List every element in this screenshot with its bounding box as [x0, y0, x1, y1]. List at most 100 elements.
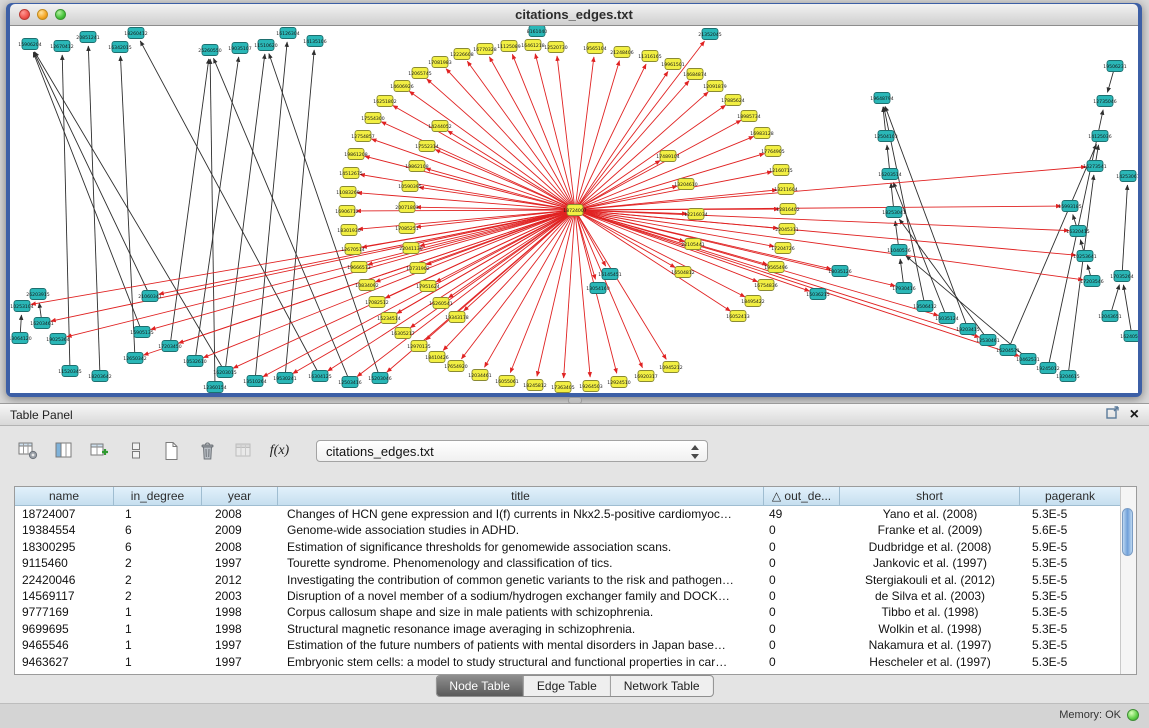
citation-edge[interactable] [575, 64, 646, 210]
vertical-scrollbar[interactable] [1120, 487, 1136, 674]
graph-node[interactable]: 22045311 [775, 224, 798, 235]
graph-node[interactable]: 16305217 [391, 328, 414, 339]
graph-node[interactable]: 18245812 [523, 380, 546, 391]
graph-node[interactable]: 11125089 [497, 41, 520, 52]
graph-node[interactable]: 16320415 [1066, 226, 1089, 237]
citation-edge[interactable] [575, 167, 1086, 210]
graph-node[interactable]: 16052413 [726, 311, 749, 322]
graph-node[interactable]: 12520730 [544, 42, 567, 53]
graph-node[interactable]: 18253041 [882, 207, 905, 218]
graph-node[interactable]: 19264503 [579, 381, 602, 392]
citation-edge[interactable] [575, 154, 764, 210]
citation-edge[interactable] [203, 210, 575, 358]
graph-node[interactable]: 12530461 [976, 335, 999, 346]
graph-node[interactable]: 17489104 [656, 151, 679, 162]
float-panel-icon[interactable] [1106, 406, 1120, 424]
graph-node[interactable]: 17654920 [444, 361, 467, 372]
citation-edge[interactable] [427, 79, 575, 210]
table-mode-icon[interactable] [14, 438, 41, 463]
citation-edge[interactable] [489, 57, 575, 210]
citation-edge[interactable] [67, 210, 575, 337]
graph-node[interactable]: 19245012 [1036, 363, 1059, 374]
graph-node[interactable]: 12226608 [450, 49, 473, 60]
citation-edge[interactable] [269, 54, 380, 378]
graph-node[interactable]: 18260412 [124, 28, 147, 39]
graph-node[interactable]: 16906712 [335, 206, 358, 217]
graph-node[interactable]: 12650342 [123, 353, 146, 364]
table-row[interactable]: 946362711997Embryonic stem cells: a mode… [15, 654, 1121, 670]
graph-node[interactable]: 16304125 [308, 371, 331, 382]
graph-node[interactable]: 18985734 [737, 111, 760, 122]
graph-node[interactable]: 12754857 [351, 131, 374, 142]
citation-edge[interactable] [575, 71, 668, 210]
graph-node[interactable]: 19862108 [405, 161, 428, 172]
graph-node[interactable]: 10945212 [659, 362, 682, 373]
graph-node[interactable]: 12924510 [607, 377, 630, 388]
table-row[interactable]: 1830029562008Estimation of significance … [15, 539, 1121, 555]
citation-edge[interactable] [419, 187, 575, 210]
graph-node[interactable]: 10731902 [406, 263, 429, 274]
graph-node[interactable]: 15203046 [368, 373, 391, 384]
graph-node[interactable]: 16920317 [634, 371, 657, 382]
table-row[interactable]: 969969511998Structural magnetic resonanc… [15, 621, 1121, 637]
graph-node[interactable]: 15993185 [1058, 201, 1081, 212]
citation-edge[interactable] [575, 57, 594, 210]
graph-node[interactable]: 14253061 [1116, 171, 1138, 182]
graph-node[interactable]: 13054160 [586, 283, 609, 294]
graph-node[interactable]: 17081983 [428, 57, 451, 68]
graph-node[interactable]: 11520345 [58, 366, 81, 377]
graph-canvas[interactable]: 1872400716251802175543001275485719861208… [10, 26, 1138, 393]
citation-edge[interactable] [225, 54, 265, 372]
citation-edge[interactable] [1123, 285, 1132, 336]
graph-node[interactable]: 17554300 [361, 113, 384, 124]
graph-node[interactable]: 19530241 [273, 373, 296, 384]
function-builder-button[interactable]: f(x) [266, 438, 293, 463]
citation-edge[interactable] [120, 56, 135, 358]
graph-node[interactable]: 17363405 [551, 382, 574, 393]
citation-edge[interactable] [51, 210, 575, 321]
citation-edge[interactable] [575, 172, 772, 210]
new-table-icon[interactable] [158, 438, 185, 463]
graph-node[interactable]: 20851241 [76, 32, 99, 43]
graph-node[interactable]: 18301930 [337, 225, 360, 236]
graph-node[interactable]: 12816402 [776, 204, 799, 215]
graph-node[interactable]: 10834092 [355, 280, 378, 291]
tab-edge-table[interactable]: Edge Table [523, 676, 610, 696]
graph-node[interactable]: 12735046 [1093, 96, 1116, 107]
graph-node[interactable]: 16342015 [108, 42, 131, 53]
graph-node[interactable]: 25260550 [198, 45, 221, 56]
graph-node[interactable]: 19506231 [1103, 61, 1126, 72]
graph-node[interactable]: 14135106 [303, 36, 326, 47]
column-header-pagerank[interactable]: pagerank [1020, 487, 1121, 506]
graph-node[interactable]: 16260541 [429, 298, 452, 309]
table-row[interactable]: 977716911998Corpus callosum shape and si… [15, 604, 1121, 620]
graph-node[interactable]: 16770328 [473, 44, 496, 55]
graph-node[interactable]: 12043651 [1098, 311, 1121, 322]
column-header-out_de[interactable]: △ out_de... [764, 487, 840, 506]
graph-node[interactable]: 18724007 [563, 205, 586, 216]
graph-node[interactable]: 13204615 [1056, 371, 1079, 382]
graph-node[interactable]: 19565496 [764, 262, 787, 273]
citation-edge[interactable] [393, 105, 575, 210]
citation-edge[interactable] [371, 139, 575, 210]
graph-node[interactable]: 17082512 [365, 297, 388, 308]
citation-edge[interactable] [210, 59, 215, 387]
graph-node[interactable]: 15036215 [806, 289, 829, 300]
table-selector-dropdown[interactable]: citations_edges.txt [316, 440, 708, 462]
rows-icon[interactable] [122, 438, 149, 463]
graph-node[interactable]: 19648794 [870, 93, 893, 104]
graph-node[interactable]: 15906204 [18, 39, 41, 50]
graph-node[interactable]: 16055061 [495, 376, 518, 387]
graph-node[interactable]: 16983128 [750, 128, 773, 139]
graph-node[interactable]: 17552314 [415, 141, 438, 152]
graph-node[interactable]: 10253641 [1073, 251, 1096, 262]
graph-node[interactable]: 16204531 [996, 345, 1019, 356]
network-window-titlebar[interactable]: citations_edges.txt [10, 4, 1138, 26]
citation-edge[interactable] [35, 52, 225, 372]
close-panel-icon[interactable]: × [1130, 408, 1139, 422]
graph-node[interactable]: 13064120 [10, 333, 32, 344]
graph-node[interactable]: 13204610 [674, 179, 697, 190]
citation-edge[interactable] [179, 210, 575, 343]
graph-node[interactable]: 16145451 [598, 269, 621, 280]
column-header-short[interactable]: short [840, 487, 1020, 506]
